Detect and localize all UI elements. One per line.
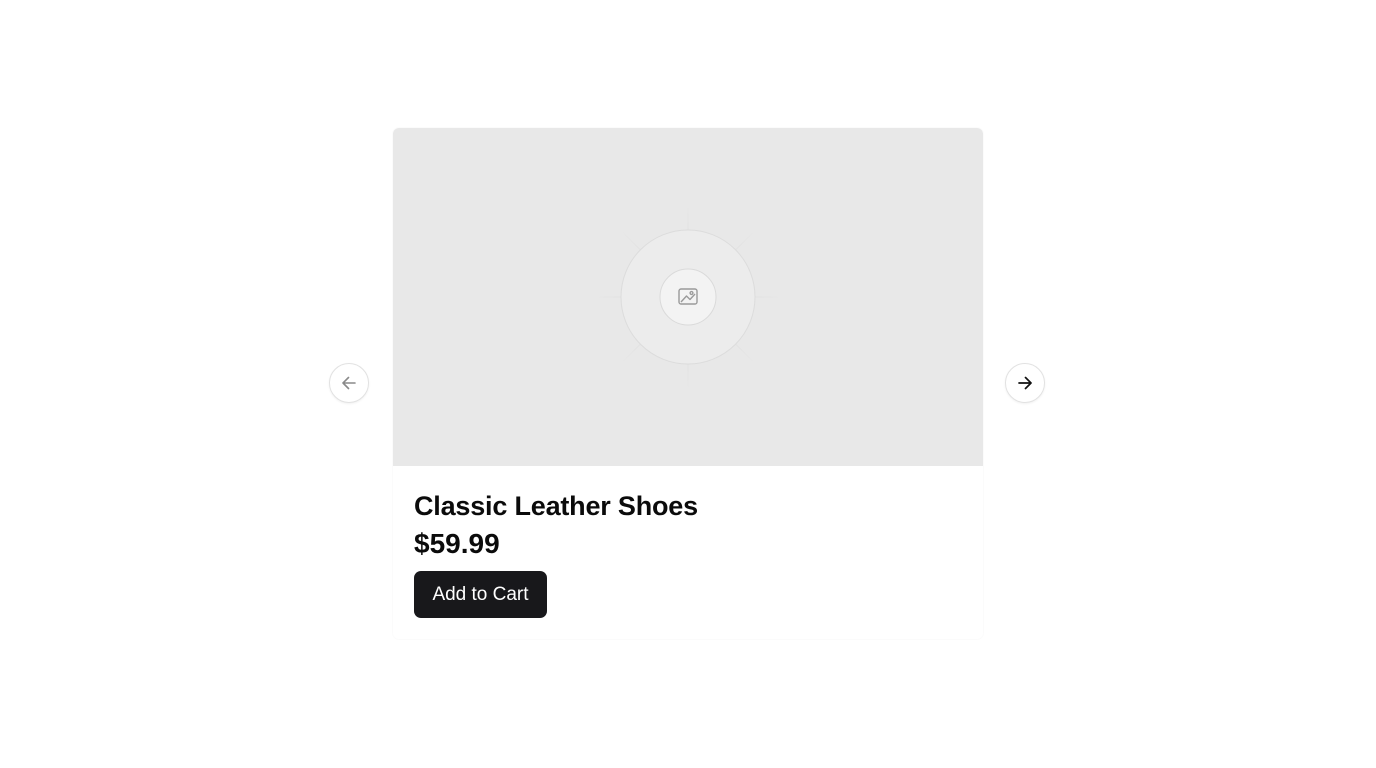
product-card: Classic Leather Shoes $59.99 Add to Cart (393, 128, 983, 639)
product-image-placeholder (393, 128, 983, 466)
product-details: Classic Leather Shoes $59.99 Add to Cart (414, 488, 962, 618)
previous-slide-button[interactable] (329, 363, 369, 403)
product-title: Classic Leather Shoes (414, 491, 698, 521)
product-price: $59.99 (414, 528, 500, 559)
placeholder-pattern (593, 203, 783, 391)
carousel: Classic Leather Shoes $59.99 Add to Cart (0, 0, 1376, 768)
next-slide-button[interactable] (1005, 363, 1045, 403)
arrow-right-icon (1018, 376, 1032, 390)
arrow-left-icon (342, 376, 356, 390)
add-to-cart-button[interactable]: Add to Cart (414, 571, 547, 618)
